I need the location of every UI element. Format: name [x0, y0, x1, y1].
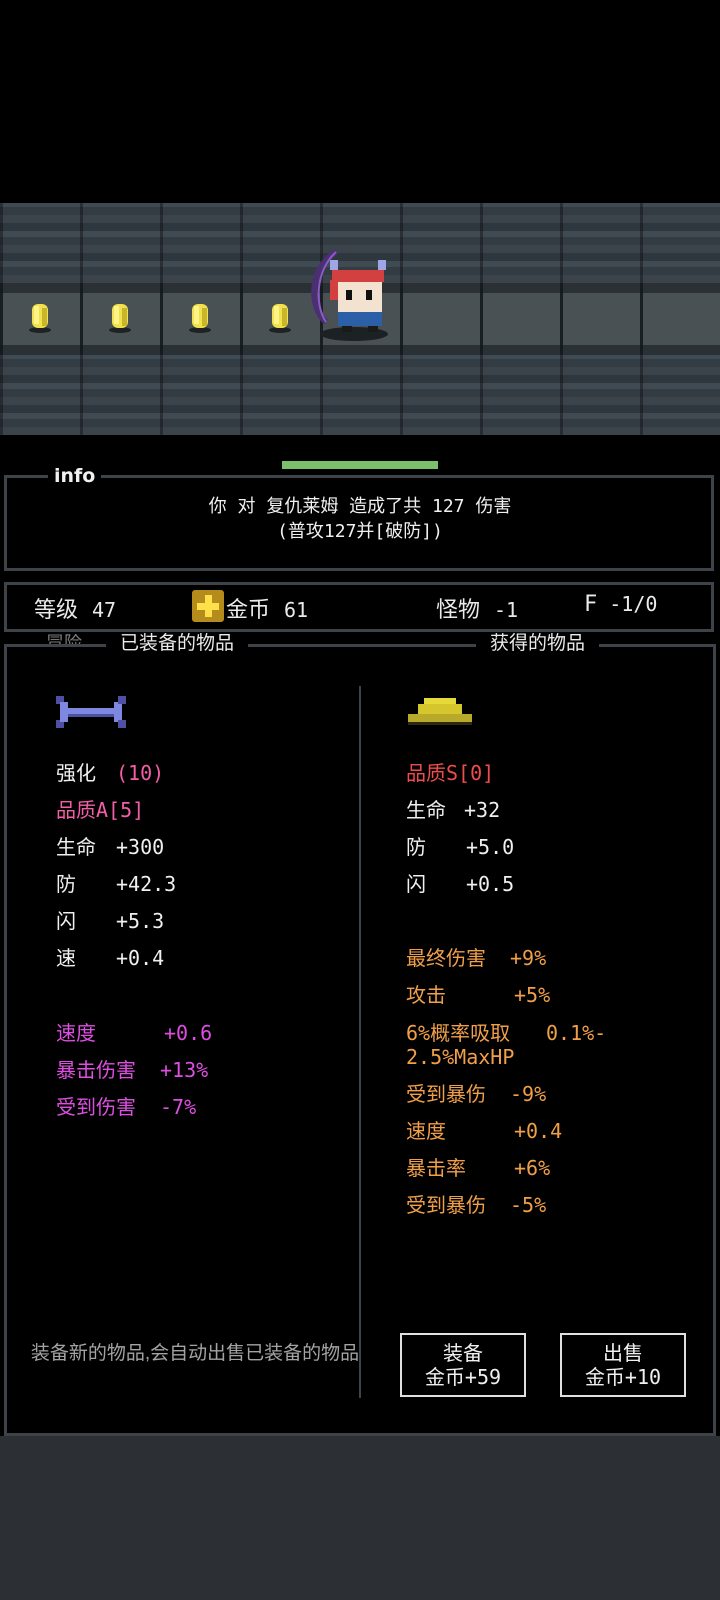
dungeon-wall-bottom — [0, 355, 720, 435]
stat-row: 生命 +32 — [406, 797, 500, 823]
bottom-empty-area — [0, 1436, 720, 1600]
equip-button-label: 装备 — [443, 1341, 483, 1365]
stat-label: 速 — [56, 946, 76, 970]
stat-value: +32 — [464, 798, 501, 822]
stat-label: 品质A[5] — [56, 798, 145, 822]
player-character-sprite — [300, 248, 400, 344]
stat-row: 受到暴伤 -5% — [406, 1192, 546, 1218]
column-divider — [359, 686, 361, 1398]
stat-label: 闪 — [406, 872, 426, 896]
stat-row: 速度 +0.6 — [56, 1020, 212, 1046]
auto-sell-note: 装备新的物品,会自动出售已装备的物品 — [30, 1343, 360, 1364]
level-stat: 等级 47 — [34, 592, 116, 624]
stat-label: 速度 — [56, 1021, 96, 1045]
stat-label: 暴击伤害 — [56, 1058, 136, 1082]
stat-value: 0.1%- — [546, 1021, 607, 1045]
stat-value: +0.5 — [466, 872, 515, 896]
stat-value: +5.3 — [116, 909, 165, 933]
stat-row: 受到伤害 -7% — [56, 1094, 196, 1120]
stat-value: +0.6 — [164, 1021, 213, 1045]
sell-button[interactable]: 出售 金币+10 — [560, 1333, 686, 1397]
stat-label: 2.5%MaxHP — [406, 1045, 515, 1069]
stat-value: +42.3 — [116, 872, 177, 896]
stat-label: 6%概率吸取 — [406, 1021, 511, 1045]
stat-label: 受到暴伤 — [406, 1082, 486, 1106]
gold-coin-icon — [188, 302, 212, 334]
stat-label: 品质S[0] — [406, 761, 495, 785]
stat-label: 生命 — [56, 835, 96, 859]
floor-value: -1/0 — [609, 592, 658, 616]
gold-coin-icon — [268, 302, 292, 334]
level-value: 47 — [92, 598, 117, 622]
stat-row: 速度 +0.4 — [406, 1118, 562, 1144]
stat-value: -5% — [510, 1193, 547, 1217]
stat-label: 强化 — [56, 761, 96, 785]
stat-row: 暴击率 +6% — [406, 1155, 550, 1181]
equip-button[interactable]: 装备 金币+59 — [400, 1333, 526, 1397]
stat-row: 闪 +5.3 — [56, 908, 164, 934]
stat-row: 攻击 +5% — [406, 982, 550, 1008]
battle-log-line: (普攻127并[破防]) — [277, 521, 443, 542]
stat-value: +9% — [510, 946, 547, 970]
adventure-tab-ghost: 冒险 — [46, 634, 82, 644]
stat-label: 防 — [56, 872, 76, 896]
obtained-items-title: 获得的物品 — [476, 632, 600, 656]
stat-label: 生命 — [406, 798, 446, 822]
stat-row: 强化 (10) — [56, 760, 164, 786]
stat-label: 受到伤害 — [56, 1095, 136, 1119]
stat-label: 最终伤害 — [406, 946, 486, 970]
stat-row: 防 +42.3 — [56, 871, 176, 897]
stat-value: +0.4 — [514, 1119, 563, 1143]
stat-row: 2.5%MaxHP — [406, 1044, 514, 1070]
level-label: 等级 — [34, 598, 79, 623]
stat-row: 受到暴伤 -9% — [406, 1081, 546, 1107]
equipped-items-title: 已装备的物品 — [106, 632, 249, 656]
stat-row: 品质A[5] — [56, 797, 144, 823]
sell-button-gold: 金币+10 — [584, 1365, 662, 1389]
stat-value: (10) — [116, 761, 165, 785]
stat-label: 受到暴伤 — [406, 1193, 486, 1217]
stat-label: 速度 — [406, 1119, 446, 1143]
equip-button-gold: 金币+59 — [424, 1365, 502, 1389]
stat-value: +5% — [514, 983, 551, 1007]
stat-value: +6% — [514, 1156, 551, 1180]
sell-button-label: 出售 — [603, 1341, 643, 1365]
stat-label: 防 — [406, 835, 426, 859]
monster-label: 怪物 — [436, 598, 481, 623]
gold-coin-icon — [28, 302, 52, 334]
enemy-hp-bar — [282, 461, 438, 469]
info-panel-title: info — [48, 463, 102, 489]
stat-value: +0.4 — [116, 946, 165, 970]
stat-label: 攻击 — [406, 983, 446, 1007]
stat-row: 闪 +0.5 — [406, 871, 514, 897]
stat-value: -7% — [160, 1095, 197, 1119]
stat-label: 暴击率 — [406, 1156, 466, 1180]
stat-row: 最终伤害 +9% — [406, 945, 546, 971]
stat-row: 品质S[0] — [406, 760, 494, 786]
bow-weapon-icon — [56, 692, 126, 734]
hat-icon — [406, 696, 474, 728]
floor-label: F — [584, 592, 598, 617]
battle-log-line: 你 对 复仇莱姆 造成了共 127 伤害 — [208, 496, 512, 517]
floor-stat: F -1/0 — [584, 592, 657, 617]
stat-row: 暴击伤害 +13% — [56, 1057, 208, 1083]
gold-value: 61 — [284, 598, 309, 622]
stat-row: 6%概率吸取 0.1%- — [406, 1020, 606, 1046]
monster-value: -1 — [494, 598, 519, 622]
gold-label: 金币 — [226, 598, 271, 623]
add-gold-plus-icon[interactable] — [192, 590, 224, 622]
monster-stat: 怪物 -1 — [436, 592, 518, 624]
stat-row: 防 +5.0 — [406, 834, 514, 860]
stat-label: 闪 — [56, 909, 76, 933]
stat-value: +5.0 — [466, 835, 515, 859]
gold-stat: 金币 61 — [226, 592, 308, 624]
stat-row: 速 +0.4 — [56, 945, 164, 971]
gold-coin-icon — [108, 302, 132, 334]
stat-value: -9% — [510, 1082, 547, 1106]
stat-value: +300 — [116, 835, 165, 859]
stat-row: 生命 +300 — [56, 834, 164, 860]
stat-value: +13% — [160, 1058, 209, 1082]
